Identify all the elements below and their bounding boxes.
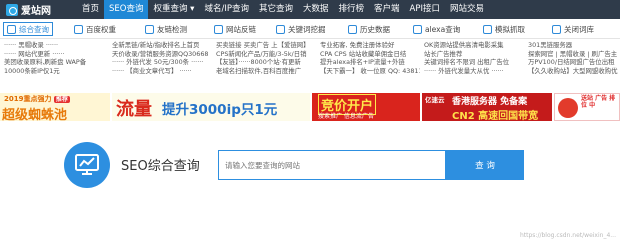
ad-link[interactable]: 老域名扫描软件,百科百度推广 bbox=[216, 67, 316, 76]
tab-label: 网站反链 bbox=[226, 24, 256, 34]
ad-link[interactable]: 关键词排名不限词 出租广告位 bbox=[424, 58, 524, 67]
watermark-text: https://blog.csdn.net/weixin_4... bbox=[519, 232, 616, 239]
ad-link[interactable]: CPS新闻化产品/万能/3-5k/日销 bbox=[216, 50, 316, 59]
ad-link[interactable]: 【久久收购站】大型网盟收购优质 bbox=[528, 67, 618, 76]
ad-link-column: OK资源站提供高清电影采集 站长广告推荐 关键词排名不限词 出租广告位 ····… bbox=[424, 41, 524, 75]
spider-icon bbox=[483, 24, 492, 34]
tab-comprehensive-query[interactable]: 综合查询 bbox=[3, 22, 53, 36]
banner-tagline: 2019重点强力 推荐 bbox=[4, 94, 70, 104]
ad-link[interactable]: 【天下霸一】 收一位原 QQ: 438111 bbox=[320, 67, 420, 76]
logo-text: 爱站网 bbox=[21, 6, 51, 17]
tab-label: 百度权重 bbox=[86, 24, 116, 34]
ad-link-column: 301黑链服务器 探索网官 | 黑帽收录 | 刷广告主 万PV100/日结网盟广… bbox=[528, 41, 618, 75]
main-nav: 首页 SEO查询 权重查询 ▾ 域名/IP查询 其它查询 大数据 排行榜 客户端… bbox=[77, 0, 489, 19]
tab-alexa-query[interactable]: alexa查询 bbox=[413, 22, 460, 36]
nav-client[interactable]: 客户端 bbox=[369, 0, 405, 19]
banner-subline: 搜索推广 信息流广告 bbox=[318, 113, 374, 120]
monitor-icon bbox=[7, 24, 16, 34]
banner-traffic[interactable]: 流量 提升3000ip只1元 bbox=[112, 93, 310, 121]
tab-keyword-library[interactable]: 关闭词库 bbox=[552, 22, 594, 36]
banner-ad-row: 2019重点强力 推荐 超级蜘蛛池 流量 提升3000ip只1元 竞价开户 搜索… bbox=[0, 93, 620, 121]
banner-ad-slot[interactable]: 送站 广告 排位 中 bbox=[554, 93, 620, 121]
book-icon bbox=[552, 24, 561, 34]
paw-icon bbox=[74, 24, 83, 34]
banner-text: 送站 广告 排位 中 bbox=[581, 95, 616, 109]
ad-link[interactable]: ······ 网站代更新 ······ bbox=[4, 50, 108, 59]
tab-label: 关键词挖掘 bbox=[288, 24, 326, 34]
tab-baidu-weight[interactable]: 百度权重 bbox=[74, 22, 116, 36]
ad-link[interactable]: 美团收录原料,刷新盘 WAP备 bbox=[4, 58, 108, 67]
nav-weight-query[interactable]: 权重查询 ▾ bbox=[148, 0, 199, 19]
ad-link[interactable]: OK资源站提供高清电影采集 bbox=[424, 41, 524, 50]
ad-link[interactable]: ······ 黑帽收录 ······ bbox=[4, 41, 108, 50]
ad-link[interactable]: 天价收录/营销服务资源QQ30668 bbox=[112, 50, 212, 59]
ad-link[interactable]: 全新黑链/新站/指收排名上首页 bbox=[112, 41, 212, 50]
clock-icon bbox=[348, 24, 357, 34]
tab-label: 关闭词库 bbox=[564, 24, 594, 34]
ad-link[interactable]: ······ 外链代发量大从优 ······ bbox=[424, 67, 524, 76]
globe-icon bbox=[413, 24, 422, 34]
banner-hk-server[interactable]: 亿速云 香港服务器 免备案 CN2 高速回国带宽 bbox=[422, 93, 552, 121]
hot-badge: 推荐 bbox=[53, 96, 70, 103]
ad-link-column: 专业拓客, 免费注册体验好 CPA CPS 站站收藏单佣金日结 提升alexa排… bbox=[320, 41, 420, 75]
ad-link[interactable]: 提升alexa排名+IP流量+外链 bbox=[320, 58, 420, 67]
ad-link-column: 全新黑链/新站/指收排名上首页 天价收录/营销服务资源QQ30668 ·····… bbox=[112, 41, 212, 75]
ad-link[interactable]: ······ 外链代发 50元/300条 ······ bbox=[112, 58, 212, 67]
ad-link[interactable]: 10000条新IP仅1元 bbox=[4, 67, 108, 76]
nav-seo-query[interactable]: SEO查询 bbox=[104, 0, 149, 19]
top-navigation-bar: 爱站网 首页 SEO查询 权重查询 ▾ 域名/IP查询 其它查询 大数据 排行榜… bbox=[0, 0, 620, 19]
banner-headline: 香港服务器 免备案 bbox=[452, 97, 528, 107]
key-icon bbox=[276, 24, 285, 34]
tab-label: 模拟抓取 bbox=[495, 24, 525, 34]
nav-rankings[interactable]: 排行榜 bbox=[334, 0, 370, 19]
page-title: SEO综合查询 bbox=[121, 159, 200, 174]
ad-link-column: ······ 黑帽收录 ······ ······ 网站代更新 ······ 美… bbox=[4, 41, 108, 75]
ad-link[interactable]: CPA CPS 站站收藏单佣金日结 bbox=[320, 50, 420, 59]
link-icon bbox=[145, 24, 154, 34]
banner-brand: 亿速云 bbox=[425, 96, 445, 104]
ad-link-grid: ······ 黑帽收录 ······ ······ 网站代更新 ······ 美… bbox=[0, 41, 620, 93]
tab-label: 友链检测 bbox=[157, 24, 187, 34]
badge-icon bbox=[558, 98, 578, 118]
nav-big-data[interactable]: 大数据 bbox=[298, 0, 334, 19]
tab-keyword-mining[interactable]: 关键词挖掘 bbox=[276, 22, 326, 36]
nav-home[interactable]: 首页 bbox=[77, 0, 104, 19]
nav-site-trade[interactable]: 网站交易 bbox=[445, 0, 489, 19]
tab-friend-link-check[interactable]: 友链检测 bbox=[145, 22, 187, 36]
tab-simulated-crawl[interactable]: 模拟抓取 bbox=[483, 22, 525, 36]
ad-link[interactable]: 【友链】······8000个站·有更新 bbox=[216, 58, 316, 67]
site-search-input[interactable] bbox=[218, 150, 446, 180]
logo-icon bbox=[6, 3, 18, 16]
banner-tagline-text: 2019重点强力 bbox=[4, 95, 52, 103]
banner-bidding-account[interactable]: 竞价开户 搜索推广 信息流广告 bbox=[312, 93, 420, 121]
ad-link[interactable]: 探索网官 | 黑帽收录 | 刷广告主 bbox=[528, 50, 618, 59]
query-button[interactable]: 查 询 bbox=[446, 150, 524, 180]
tab-history-data[interactable]: 历史数据 bbox=[348, 22, 390, 36]
chain-icon bbox=[214, 24, 223, 34]
seo-monitor-icon bbox=[64, 142, 110, 188]
ad-link-column: 买卖链接 买卖广告 上【爱链网】 CPS新闻化产品/万能/3-5k/日销 【友链… bbox=[216, 41, 316, 75]
site-logo[interactable]: 爱站网 bbox=[6, 2, 51, 17]
seo-tool-tabs: 综合查询 百度权重 友链检测 网站反链 关键词挖掘 历史数据 alexa查询 模… bbox=[0, 19, 620, 39]
nav-api[interactable]: API接口 bbox=[405, 0, 445, 19]
seo-search-section: SEO综合查询 查 询 https://blog.csdn.net/weixin… bbox=[0, 121, 620, 243]
banner-subline: CN2 高速回国带宽 bbox=[452, 111, 539, 121]
tab-label: 历史数据 bbox=[360, 24, 390, 34]
tab-label: 综合查询 bbox=[19, 24, 49, 34]
ad-link[interactable]: ······ 【商业文章代写】 ······ bbox=[112, 67, 212, 76]
nav-domain-ip-query[interactable]: 域名/IP查询 bbox=[199, 0, 254, 19]
tab-label: alexa查询 bbox=[425, 24, 461, 34]
ad-link[interactable]: 万PV100/日结网盟广告位出租 bbox=[528, 58, 618, 67]
banner-spider-pool[interactable]: 2019重点强力 推荐 超级蜘蛛池 bbox=[0, 93, 110, 121]
ad-link[interactable]: 买卖链接 买卖广告 上【爱链网】 bbox=[216, 41, 316, 50]
ad-link[interactable]: 301黑链服务器 bbox=[528, 41, 618, 50]
banner-subline: 提升3000ip只1元 bbox=[162, 102, 278, 118]
banner-headline: 流量 bbox=[116, 99, 152, 120]
ad-link[interactable]: 专业拓客, 免费注册体验好 bbox=[320, 41, 420, 50]
ad-link[interactable]: 站长广告推荐 bbox=[424, 50, 524, 59]
tab-backlinks[interactable]: 网站反链 bbox=[214, 22, 256, 36]
nav-other-query[interactable]: 其它查询 bbox=[254, 0, 298, 19]
banner-headline: 超级蜘蛛池 bbox=[2, 108, 68, 121]
